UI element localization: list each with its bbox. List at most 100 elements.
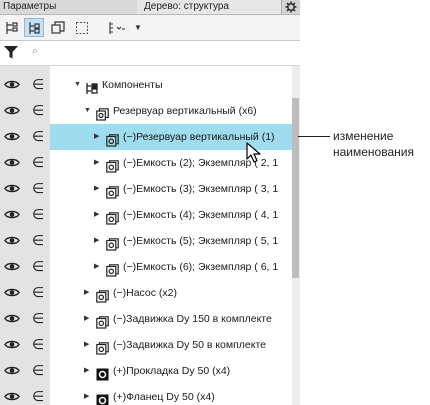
tree-node-label: (−)Емкость (6); Экземпляр ( 6, 1 bbox=[123, 261, 279, 273]
tree-panel: Параметры Дерево: структура ▼ ⌕ ∈ ▼ Компон… bbox=[0, 0, 300, 405]
eye-icon[interactable] bbox=[4, 313, 20, 324]
eye-icon[interactable] bbox=[4, 209, 20, 220]
eye-icon[interactable] bbox=[4, 183, 20, 194]
tree-row[interactable]: ∈ ▼ Компоненты bbox=[0, 72, 292, 98]
include-icon[interactable]: ∈ bbox=[32, 233, 44, 247]
components-icon bbox=[85, 79, 98, 94]
tree-node[interactable]: ▶ (−)Насос (х2) bbox=[50, 280, 292, 306]
include-icon[interactable]: ∈ bbox=[32, 77, 44, 91]
tree-row[interactable]: ∈ ▶ (−)Емкость (5); Экземпляр ( 5, 1 bbox=[0, 228, 292, 254]
tree-node[interactable]: ▼ Компоненты bbox=[50, 72, 292, 98]
include-icon[interactable]: ∈ bbox=[32, 129, 44, 143]
tree-node-label: Компоненты bbox=[102, 79, 163, 91]
tree-node[interactable]: ▶ (+)Прокладка Dy 50 (х4) bbox=[50, 358, 292, 384]
gear-icon[interactable] bbox=[281, 0, 300, 14]
collapse-arrow-icon[interactable]: ▶ bbox=[84, 358, 89, 384]
tree-node[interactable]: ▶ (−)Емкость (5); Экземпляр ( 5, 1 bbox=[50, 228, 292, 254]
part-icon bbox=[106, 183, 119, 199]
tree-node-label: (−)Насос (х2) bbox=[113, 287, 178, 299]
collapse-arrow-icon[interactable]: ▶ bbox=[84, 280, 89, 306]
collapse-arrow-icon[interactable]: ▶ bbox=[84, 332, 89, 358]
eye-icon[interactable] bbox=[4, 287, 20, 298]
include-icon[interactable]: ∈ bbox=[32, 181, 44, 195]
collapse-arrow-icon[interactable]: ▶ bbox=[84, 384, 89, 405]
tree-node[interactable]: ▶ (+)Фланец Dy 50 (х4) bbox=[50, 384, 292, 405]
tree-row[interactable]: ∈ ▶ (+)Прокладка Dy 50 (х4) bbox=[0, 358, 292, 384]
tree-row[interactable]: ∈ ▶ (+)Фланец Dy 50 (х4) bbox=[0, 384, 292, 405]
include-icon[interactable]: ∈ bbox=[32, 363, 44, 377]
include-icon[interactable]: ∈ bbox=[32, 155, 44, 169]
tree-node-label: (−)Задвижка Dy 150 в комплекте bbox=[113, 313, 272, 325]
tree-row[interactable]: ∈ ▶ (−)Насос (х2) bbox=[0, 280, 292, 306]
part-icon bbox=[106, 209, 119, 225]
search-icon[interactable]: ⌕ bbox=[32, 45, 38, 58]
tree-node[interactable]: ▶ (−)Задвижка Dy 50 в комплекте bbox=[50, 332, 292, 358]
eye-icon[interactable] bbox=[4, 339, 20, 350]
filter-bar: ⌕ bbox=[0, 41, 300, 66]
expand-arrow-icon[interactable]: ▼ bbox=[74, 72, 81, 98]
include-icon[interactable]: ∈ bbox=[32, 311, 44, 325]
callout-text: изменение наименования bbox=[333, 128, 430, 160]
collapse-arrow-icon[interactable]: ▶ bbox=[94, 228, 99, 254]
filter-icon[interactable] bbox=[4, 46, 18, 59]
callout-line-2: наименования bbox=[333, 145, 414, 159]
eye-icon[interactable] bbox=[4, 157, 20, 168]
collapse-arrow-icon[interactable]: ▶ bbox=[94, 150, 99, 176]
include-icon[interactable]: ∈ bbox=[32, 389, 44, 403]
tab-tree[interactable]: Дерево: структура bbox=[141, 0, 284, 14]
components-view-icon[interactable] bbox=[48, 18, 68, 37]
eye-icon[interactable] bbox=[4, 235, 20, 246]
tree-row[interactable]: ∈ ▶ (−)Емкость (4); Экземпляр ( 4, 1 bbox=[0, 202, 292, 228]
tree-node[interactable]: ▼ Резервуар вертикальный (х6) bbox=[50, 98, 292, 124]
part-icon bbox=[106, 235, 119, 251]
part-icon bbox=[96, 339, 109, 355]
select-frame-icon[interactable] bbox=[72, 18, 92, 37]
collapse-arrow-icon[interactable]: ▶ bbox=[84, 306, 89, 332]
tree-node-label: (−)Емкость (4); Экземпляр ( 4, 1 bbox=[123, 209, 279, 221]
tree-node-label: (+)Прокладка Dy 50 (х4) bbox=[113, 365, 231, 377]
include-icon[interactable]: ∈ bbox=[32, 207, 44, 221]
part-icon bbox=[106, 261, 119, 277]
expand-arrow-icon[interactable]: ▼ bbox=[84, 98, 91, 124]
tree-row[interactable]: ∈ ▼ Резервуар вертикальный (х6) bbox=[0, 98, 292, 124]
tree-node[interactable]: ▶ (−)Задвижка Dy 150 в комплекте bbox=[50, 306, 292, 332]
list-options-icon[interactable] bbox=[105, 18, 129, 37]
collapse-arrow-icon[interactable]: ▶ bbox=[94, 176, 99, 202]
part-icon bbox=[106, 131, 119, 147]
eye-icon[interactable] bbox=[4, 261, 20, 272]
panel-tabs: Параметры Дерево: структура bbox=[0, 0, 300, 15]
part-icon bbox=[96, 313, 109, 329]
tree-toolbar: ▼ bbox=[0, 15, 300, 41]
tree-node[interactable]: ▶ (−)Емкость (4); Экземпляр ( 4, 1 bbox=[50, 202, 292, 228]
part-icon bbox=[96, 287, 109, 303]
part-solid-icon bbox=[96, 391, 109, 405]
collapse-arrow-icon[interactable]: ▶ bbox=[94, 202, 99, 228]
chevron-down-icon[interactable]: ▼ bbox=[131, 18, 145, 37]
include-icon[interactable]: ∈ bbox=[32, 103, 44, 117]
part-icon bbox=[106, 157, 119, 173]
tree-row[interactable]: ∈ ▶ (−)Задвижка Dy 50 в комплекте bbox=[0, 332, 292, 358]
eye-icon[interactable] bbox=[4, 365, 20, 376]
eye-icon[interactable] bbox=[4, 131, 20, 142]
tree-node[interactable]: ▶ (−)Емкость (6); Экземпляр ( 6, 1 bbox=[50, 254, 292, 280]
collapse-arrow-icon[interactable]: ▶ bbox=[94, 124, 99, 150]
tab-params[interactable]: Параметры bbox=[0, 0, 137, 14]
part-solid-icon bbox=[96, 365, 109, 381]
callout-line-1: изменение bbox=[333, 129, 394, 143]
tree-node-label: (−)Емкость (5); Экземпляр ( 5, 1 bbox=[123, 235, 279, 247]
tree-build-icon[interactable] bbox=[24, 18, 44, 37]
tree-row[interactable]: ∈ ▶ (−)Задвижка Dy 150 в комплекте bbox=[0, 306, 292, 332]
eye-icon[interactable] bbox=[4, 79, 20, 90]
include-icon[interactable]: ∈ bbox=[32, 259, 44, 273]
tree-row[interactable]: ∈ ▶ (−)Емкость (6); Экземпляр ( 6, 1 bbox=[0, 254, 292, 280]
tree-row[interactable]: ∈ ▶ (−)Емкость (3); Экземпляр ( 3, 1 bbox=[0, 176, 292, 202]
tree-node[interactable]: ▶ (−)Емкость (3); Экземпляр ( 3, 1 bbox=[50, 176, 292, 202]
eye-icon[interactable] bbox=[4, 105, 20, 116]
tree-structure-icon[interactable] bbox=[2, 18, 22, 37]
tree-node-label: (+)Фланец Dy 50 (х4) bbox=[113, 391, 215, 403]
collapse-arrow-icon[interactable]: ▶ bbox=[94, 254, 99, 280]
include-icon[interactable]: ∈ bbox=[32, 285, 44, 299]
include-icon[interactable]: ∈ bbox=[32, 337, 44, 351]
scrollbar-thumb[interactable] bbox=[292, 98, 299, 278]
eye-icon[interactable] bbox=[4, 391, 20, 402]
